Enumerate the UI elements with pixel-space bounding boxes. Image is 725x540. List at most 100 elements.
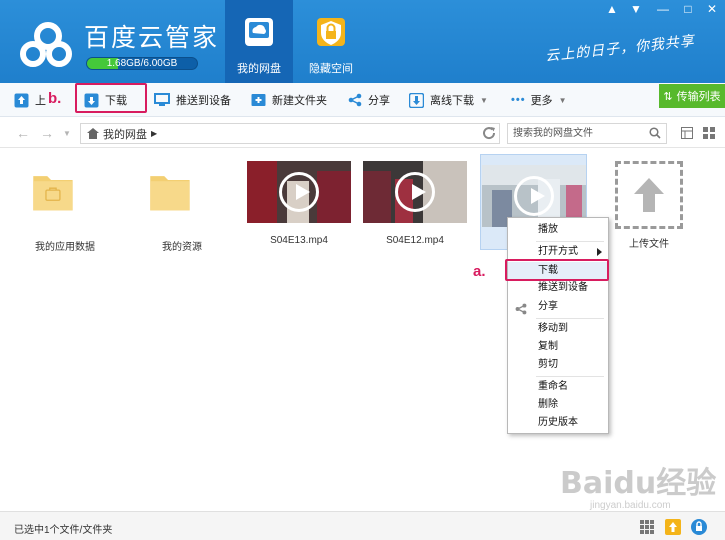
play-icon: [513, 176, 554, 216]
history-dropdown-icon[interactable]: ▼: [63, 129, 71, 138]
device-icon: [154, 93, 170, 106]
back-arrow-icon[interactable]: ←: [16, 125, 30, 141]
chevron-down-icon: ▼: [480, 95, 488, 105]
upload-status-icon[interactable]: [664, 518, 682, 536]
cloud-drive-icon: [245, 18, 273, 46]
grid-view-icon[interactable]: [703, 127, 715, 139]
file-name: S04E13.mp4: [270, 235, 328, 246]
offline-download-button[interactable]: 离线下载 ▼: [409, 83, 488, 117]
tab-my-drive[interactable]: 我的网盘: [225, 0, 293, 83]
storage-quota-text: 1.68GB/6.00GB: [106, 58, 178, 69]
more-button[interactable]: ••• 更多 ▼: [511, 83, 566, 117]
highlight-box-menu-download: [505, 259, 609, 281]
play-icon: [395, 172, 435, 212]
address-bar-row: ← → ▼ 我的网盘 ▶ 搜索我的网盘文件: [0, 118, 725, 148]
upload-arrow-icon: [634, 178, 664, 212]
file-item[interactable]: S04E12.mp4: [362, 161, 468, 246]
menu-item-cut[interactable]: 剪切: [508, 356, 608, 374]
push-to-device-button[interactable]: 推送到设备: [154, 83, 231, 117]
search-icon[interactable]: [649, 127, 661, 139]
breadcrumb-arrow-icon: ▶: [151, 129, 158, 138]
transfer-arrows-icon: ⇅: [663, 90, 673, 103]
transfer-list-button[interactable]: ⇅ 传输列表: [659, 84, 725, 108]
menu-item-delete[interactable]: 删除: [508, 396, 608, 414]
new-folder-button[interactable]: 新建文件夹: [251, 83, 327, 117]
search-placeholder: 搜索我的网盘文件: [513, 128, 593, 139]
more-dots-icon: •••: [511, 94, 526, 106]
menu-divider: [536, 376, 604, 377]
breadcrumb[interactable]: 我的网盘 ▶: [80, 123, 500, 144]
tab-hidden-space-label: 隐藏空间: [309, 63, 353, 75]
file-item[interactable]: 我的应用数据: [12, 161, 118, 253]
watermark-logo: Baidu经验: [560, 466, 717, 501]
menu-dropdown-icon[interactable]: ▼: [624, 0, 648, 20]
file-item[interactable]: 我的资源: [129, 161, 235, 253]
refresh-icon[interactable]: [481, 125, 497, 141]
tab-hidden-space[interactable]: 隐藏空间: [297, 0, 365, 83]
folder-icon: [150, 176, 190, 211]
submenu-arrow-icon: [597, 248, 602, 256]
safe-lock-icon[interactable]: [690, 518, 708, 536]
folder-icon: [33, 176, 73, 211]
file-name: 我的资源: [162, 242, 202, 253]
slogan: 云上的日子，你我共享: [544, 33, 696, 65]
new-folder-label: 新建文件夹: [272, 95, 327, 107]
share-label: 分享: [368, 95, 390, 107]
share-icon: [348, 93, 362, 107]
push-to-device-label: 推送到设备: [176, 95, 231, 107]
list-view-icon[interactable]: [681, 127, 693, 139]
close-icon[interactable]: ✕: [700, 0, 724, 20]
apps-grid-icon[interactable]: [638, 518, 656, 536]
menu-divider: [536, 318, 604, 319]
breadcrumb-my-drive[interactable]: 我的网盘: [103, 126, 147, 142]
forward-arrow-icon[interactable]: →: [40, 125, 54, 141]
app-header: 百度云管家 1.68GB/6.00GB 我的网盘 隐藏空间 ▲ ▼ — □ ✕ …: [0, 0, 725, 83]
notification-icon[interactable]: ▲: [600, 0, 624, 20]
play-icon: [279, 172, 319, 212]
tab-my-drive-label: 我的网盘: [237, 63, 281, 75]
menu-divider: [536, 241, 604, 242]
annotation-label-b: b.: [48, 90, 62, 107]
upload-button[interactable]: 上: [14, 83, 46, 117]
video-thumbnail: [363, 161, 467, 223]
menu-item-copy[interactable]: 复制: [508, 338, 608, 356]
maximize-icon[interactable]: □: [676, 0, 700, 20]
menu-item-open-with-label: 打开方式: [538, 246, 578, 257]
menu-item-push-to-device[interactable]: 推送到设备: [508, 279, 608, 297]
video-thumbnail: [247, 161, 351, 223]
upload-dropzone[interactable]: [615, 161, 683, 229]
storage-quota-bar: 1.68GB/6.00GB: [86, 57, 198, 70]
new-folder-icon: [251, 94, 266, 106]
upload-icon: [14, 93, 29, 107]
upload-file-tile[interactable]: 上传文件: [596, 161, 702, 250]
lock-icon: [317, 18, 345, 46]
menu-item-move-to[interactable]: 移动到: [508, 320, 608, 338]
transfer-list-label: 传输列表: [676, 91, 721, 103]
chevron-down-icon: ▼: [558, 95, 567, 105]
watermark-url: jingyan.baidu.com: [590, 500, 671, 511]
home-icon: [87, 128, 99, 139]
menu-item-rename[interactable]: 重命名: [508, 378, 608, 396]
file-name: S04E12.mp4: [386, 235, 444, 246]
file-item[interactable]: S04E13.mp4: [246, 161, 352, 246]
file-grid: 我的应用数据 我的资源 S04E13.mp4 S04E12.mp4 上传文件: [0, 149, 725, 511]
offline-download-icon: [409, 92, 424, 108]
menu-item-share[interactable]: 分享: [508, 298, 608, 316]
search-input[interactable]: 搜索我的网盘文件: [507, 123, 667, 144]
share-button[interactable]: 分享: [348, 83, 390, 117]
menu-item-history-versions[interactable]: 历史版本: [508, 414, 608, 432]
context-menu: 播放 打开方式 下载 推送到设备 分享 移动到 复制 剪切 重命名 删除 历史版…: [507, 217, 609, 434]
annotation-label-a: a.: [473, 263, 486, 280]
status-text: 已选中1个文件/文件夹: [14, 525, 113, 536]
menu-item-play[interactable]: 播放: [508, 221, 608, 239]
file-name: 我的应用数据: [35, 242, 95, 253]
minimize-icon[interactable]: —: [651, 0, 675, 20]
baidu-cloud-logo-icon: [20, 22, 72, 67]
status-bar: 已选中1个文件/文件夹: [0, 511, 725, 540]
upload-file-label: 上传文件: [629, 239, 669, 250]
offline-download-label: 离线下载: [430, 95, 474, 107]
app-title: 百度云管家: [84, 23, 220, 52]
upload-label: 上: [35, 95, 46, 107]
more-label: 更多: [530, 95, 553, 107]
highlight-box-download-button: [75, 83, 147, 113]
